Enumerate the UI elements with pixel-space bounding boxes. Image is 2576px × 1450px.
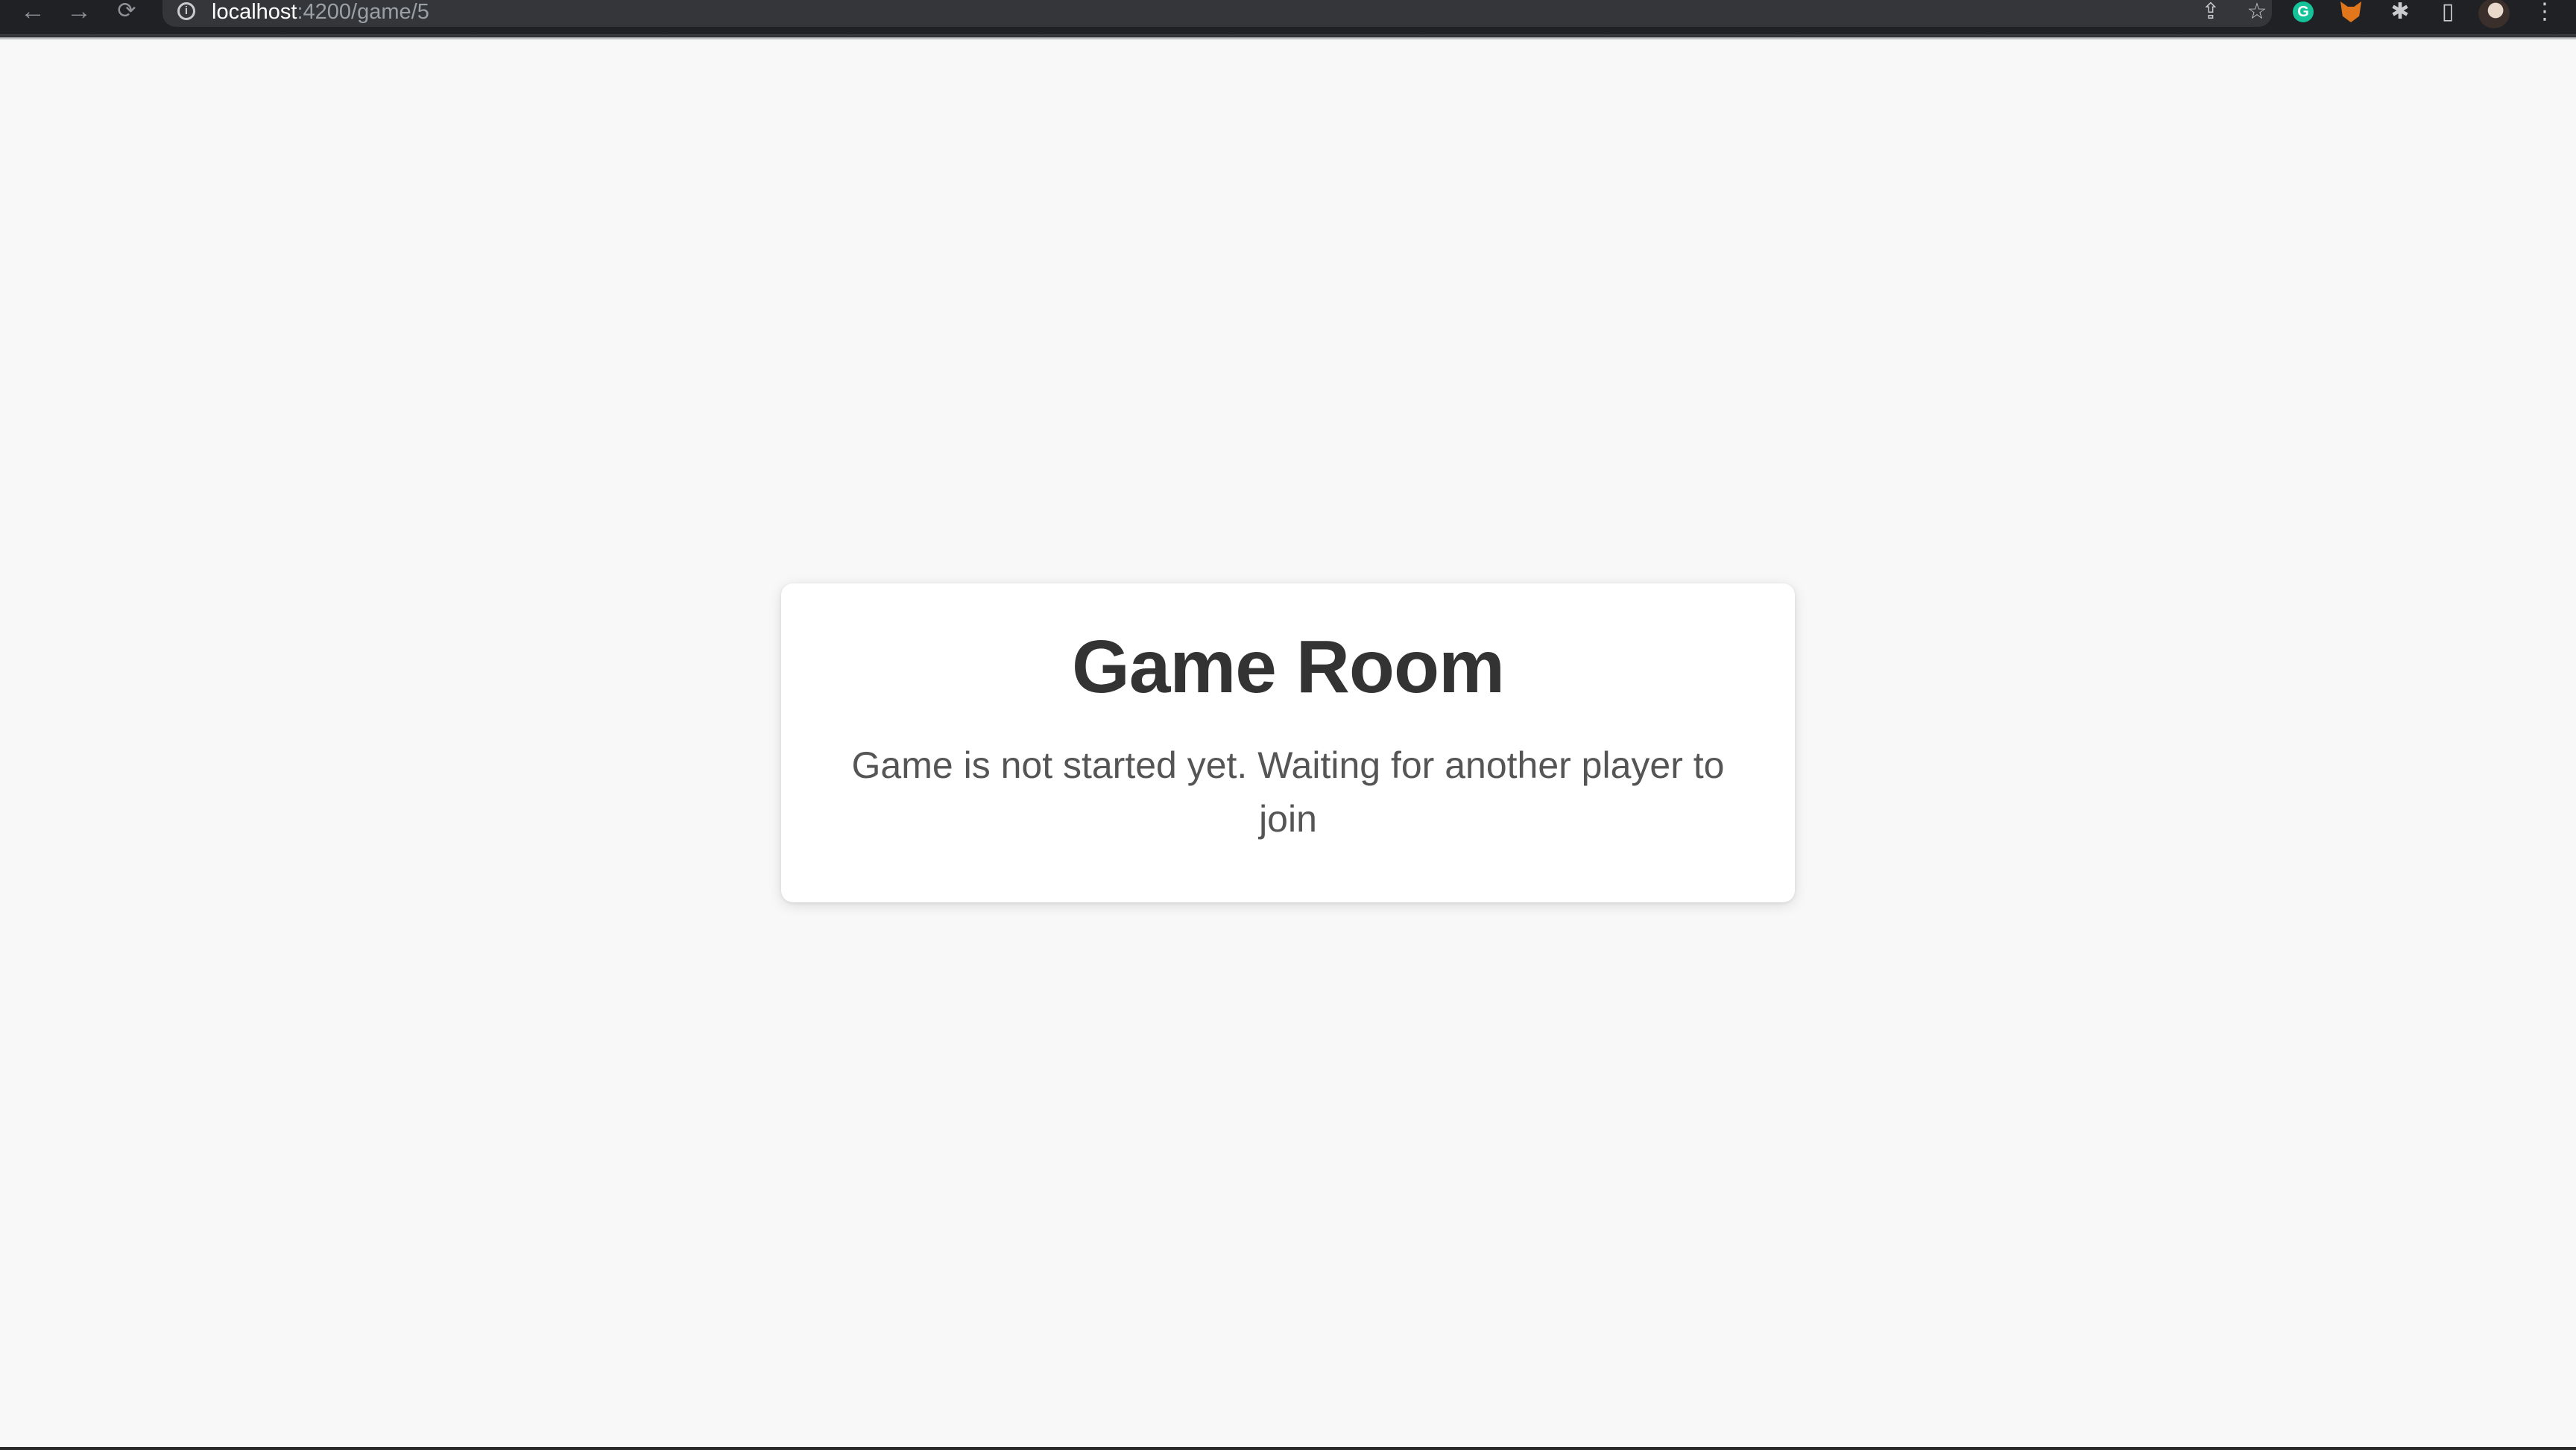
info-icon[interactable]: i [177, 2, 195, 20]
status-message: Game is not started yet. Waiting for ano… [851, 744, 1725, 840]
page-title: Game Room [1071, 625, 1505, 709]
fox-icon[interactable] [2340, 1, 2361, 22]
share-icon[interactable]: ⇪ [2196, 0, 2226, 25]
puzzle-icon[interactable]: ✱ [2385, 0, 2415, 25]
address-bar[interactable]: i localhost:4200/game/5 ⇪ ☆ [162, 0, 2272, 27]
forward-arrow-icon[interactable]: → [63, 0, 95, 25]
star-icon[interactable]: ☆ [2242, 0, 2272, 25]
url-text[interactable]: localhost:4200/game/5 [212, 0, 429, 25]
url-host: localhost [212, 0, 297, 24]
toolbar-shadow [0, 34, 2576, 40]
avatar[interactable] [2478, 0, 2510, 28]
reload-icon[interactable]: ⟳ [110, 0, 143, 25]
side-panel-icon[interactable]: ▯ [2433, 0, 2463, 25]
window-bottom-border [0, 1447, 2576, 1450]
browser-toolbar: ← → ⟳ i localhost:4200/game/5 ⇪ ☆ G ✱ ▯ … [0, 0, 2576, 37]
back-arrow-icon[interactable]: ← [16, 0, 49, 25]
kebab-menu-icon[interactable]: ⋮ [2530, 0, 2560, 25]
grammarly-icon[interactable]: G [2293, 1, 2314, 22]
game-room-card: Game Room Game is not started yet. Waiti… [781, 583, 1795, 902]
url-path: :4200/game/5 [297, 0, 429, 24]
